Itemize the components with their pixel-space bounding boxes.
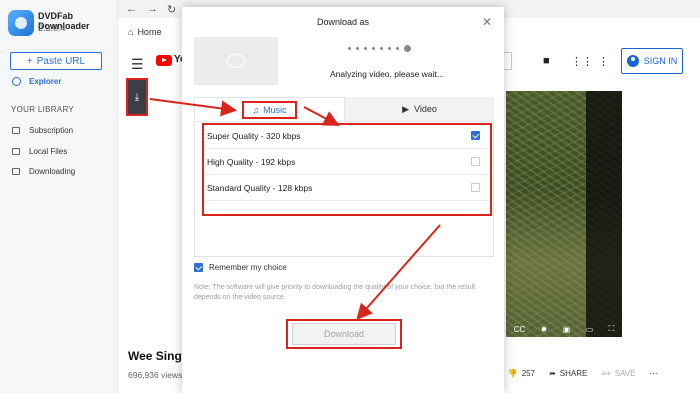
app-logo-icon [8,10,34,36]
tab-music[interactable]: ♫ Music [194,97,345,121]
options-highlight-box [202,123,492,216]
loading-indicator [348,45,411,52]
sign-in-button[interactable]: SIGN IN [621,48,683,74]
remember-label: Remember my choice [209,263,287,272]
download-float-button[interactable]: ⤓ [126,78,148,116]
share-label: SHARE [559,369,588,378]
explorer-label: Explorer [29,77,62,86]
save-label: SAVE [614,369,636,378]
more-actions-icon[interactable]: ⋯ [649,369,657,378]
dialog-title: Download as [316,17,370,27]
share-icon: ➦ [549,369,556,378]
save-button[interactable]: ≡+ SAVE [601,369,635,378]
tab-video[interactable]: ▶ Video [345,97,494,121]
tab-music-label: Music [263,104,287,115]
settings-gear-icon[interactable]: ✹ [541,325,548,334]
media-placeholder-icon [227,54,245,68]
status-text: Analyzing video, please wait... [330,69,444,79]
back-icon[interactable]: ← [126,3,137,15]
video-shadow [586,91,622,337]
remember-checkbox[interactable] [194,263,203,272]
share-button[interactable]: ➦ SHARE [549,369,587,378]
video-icon: ▶ [402,103,410,114]
sidebar-item-local-files[interactable]: Local Files [12,147,67,156]
download-dialog: Download as ✕ Analyzing video, please wa… [182,7,504,393]
globe-icon [12,77,21,86]
subscription-icon [12,127,20,134]
downloading-label: Downloading [29,167,76,176]
format-tabs: ♫ Music ▶ Video [194,97,494,121]
plus-icon: + [26,55,33,67]
tab-video-label: Video [414,104,437,114]
music-note-icon: ♫ [252,104,260,115]
home-icon: ⌂ [128,27,134,37]
download-icon: ⤓ [134,91,140,103]
apps-grid-icon[interactable]: ⋮⋮ [571,55,593,68]
save-icon: ≡+ [601,369,611,378]
camera-icon[interactable]: ■ [543,55,550,67]
download-button[interactable]: Download [292,323,396,345]
video-player[interactable]: CC ✹ ▣ ▭ ⛶ [506,91,622,337]
download-list-icon [12,168,20,175]
forward-icon[interactable]: → [147,3,158,15]
theater-icon[interactable]: ▭ [586,325,594,334]
close-icon[interactable]: ✕ [482,15,492,29]
reload-icon[interactable]: ↻ [167,3,176,16]
app-version: 2.3.0.4 [38,23,66,33]
sidebar-item-downloading[interactable]: Downloading [12,167,75,176]
subscription-label: Subscription [29,126,74,135]
sign-in-label: SIGN IN [643,56,678,66]
dislike-button[interactable]: 👎 257 [508,369,535,378]
home-label: Home [137,27,162,37]
sidebar-item-subscription[interactable]: Subscription [12,126,73,135]
fullscreen-icon[interactable]: ⛶ [609,324,615,334]
account-icon [626,55,639,67]
cc-button[interactable]: CC [514,325,526,334]
paste-url-button[interactable]: + Paste URL [10,52,102,70]
remember-choice[interactable]: Remember my choice [194,263,287,272]
youtube-logo-icon[interactable] [156,55,172,66]
breadcrumb-home[interactable]: ⌂ Home [128,27,161,37]
folder-icon [12,148,20,155]
local-files-label: Local Files [29,147,68,156]
hamburger-menu-icon[interactable]: ☰ [131,56,144,73]
more-icon[interactable]: ⋮ [598,55,609,68]
sidebar-item-explorer[interactable]: Explorer [12,77,61,86]
thumbs-down-icon: 👎 [507,369,518,378]
sidebar: DVDFab Downloader 2.3.0.4 + Paste URL Ex… [0,0,118,393]
video-thumbnail [194,37,278,85]
dislike-count: 257 [521,369,536,378]
library-heading: YOUR LIBRARY [11,105,75,114]
miniplayer-icon[interactable]: ▣ [563,325,571,334]
video-controls: CC ✹ ▣ ▭ ⛶ [506,321,622,337]
note-text: Note: The software will give priority to… [194,284,476,301]
paste-url-label: Paste URL [36,55,86,67]
music-tab-highlight: ♫ Music [242,100,297,119]
